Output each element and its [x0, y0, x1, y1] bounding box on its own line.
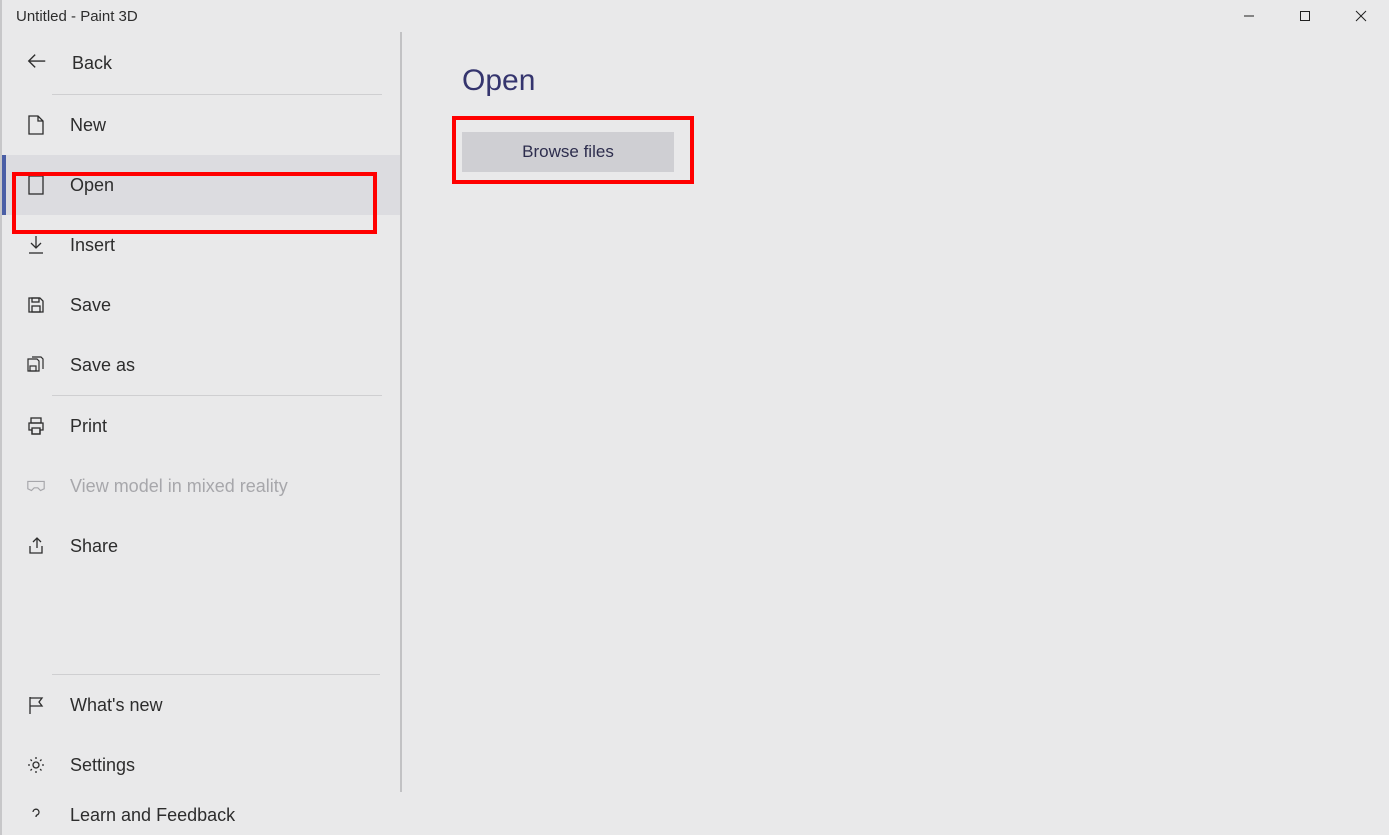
gear-icon [26, 755, 46, 775]
menu-label: Print [70, 416, 107, 437]
mixed-reality-icon [26, 476, 46, 496]
menu-label: Save as [70, 355, 135, 376]
help-icon [26, 805, 46, 825]
sidebar-footer: What's new Settings Learn and Feedback [2, 674, 400, 835]
menu-item-settings[interactable]: Settings [2, 735, 400, 795]
open-file-icon [26, 175, 46, 195]
print-icon [26, 416, 46, 436]
arrow-left-icon [26, 50, 48, 77]
menu-item-share[interactable]: Share [2, 516, 402, 576]
menu-item-open[interactable]: Open [2, 155, 402, 215]
browse-files-button[interactable]: Browse files [462, 132, 674, 172]
insert-icon [26, 235, 46, 255]
browse-files-label: Browse files [522, 142, 614, 162]
menu-label: View model in mixed reality [70, 476, 288, 497]
menu-label: Insert [70, 235, 115, 256]
app-window: Untitled - Paint 3D Back New [0, 0, 1389, 835]
back-button[interactable]: Back [2, 32, 402, 94]
save-as-icon [26, 355, 46, 375]
menu-label: What's new [70, 695, 162, 716]
menu-item-mixed-reality: View model in mixed reality [2, 456, 402, 516]
menu-label: Share [70, 536, 118, 557]
menu-item-insert[interactable]: Insert [2, 215, 402, 275]
flag-icon [26, 695, 46, 715]
content-area: Open Browse files [412, 0, 1389, 835]
menu-item-whats-new[interactable]: What's new [2, 675, 400, 735]
menu-item-learn-feedback[interactable]: Learn and Feedback [2, 795, 400, 835]
menu-label: Open [70, 175, 114, 196]
sidebar: Back New Open Insert Save [2, 32, 402, 835]
menu-label: New [70, 115, 106, 136]
window-title: Untitled - Paint 3D [16, 8, 138, 25]
save-icon [26, 295, 46, 315]
menu-item-print[interactable]: Print [2, 396, 402, 456]
menu-item-new[interactable]: New [2, 95, 402, 155]
menu-item-save[interactable]: Save [2, 275, 402, 335]
menu-label: Settings [70, 755, 135, 776]
menu-item-save-as[interactable]: Save as [2, 335, 402, 395]
new-file-icon [26, 115, 46, 135]
content-title: Open [462, 64, 1339, 98]
share-icon [26, 536, 46, 556]
menu-label: Learn and Feedback [70, 805, 235, 826]
back-label: Back [72, 53, 112, 74]
menu-label: Save [70, 295, 111, 316]
